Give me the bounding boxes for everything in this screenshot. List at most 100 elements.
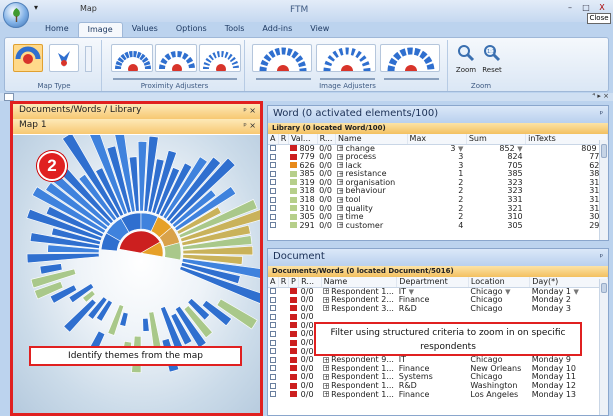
expand-icon[interactable]: + bbox=[337, 205, 344, 212]
filter-icon[interactable]: ▼ bbox=[573, 288, 578, 296]
col-sum[interactable]: Sum bbox=[466, 134, 527, 145]
expand-icon[interactable]: + bbox=[323, 305, 329, 312]
image-slider-2[interactable] bbox=[320, 78, 375, 80]
col-name[interactable]: Name bbox=[321, 277, 398, 288]
col-name[interactable]: Name bbox=[335, 134, 408, 145]
table-row[interactable]: 779 0/0 + process 3 824 779 bbox=[268, 153, 608, 162]
table-row[interactable]: 0/0 + Respondent 1... R&D Washington Monday 1… bbox=[268, 382, 608, 391]
expand-icon[interactable]: + bbox=[337, 213, 344, 220]
table-row[interactable]: 305 0/0 + time 2 310 305 bbox=[268, 213, 608, 222]
proximity-preset-3[interactable] bbox=[199, 44, 241, 72]
sunburst-map[interactable]: 2 Identify themes from the map bbox=[13, 135, 260, 413]
app-menu-button[interactable] bbox=[3, 2, 29, 28]
col-department[interactable]: Department bbox=[396, 277, 469, 288]
row-checkbox[interactable] bbox=[268, 356, 278, 365]
col-p[interactable]: P bbox=[288, 277, 300, 288]
row-checkbox[interactable] bbox=[268, 153, 278, 162]
expand-icon[interactable]: + bbox=[337, 170, 344, 177]
strip-controls[interactable]: ⁴ ▸ × bbox=[592, 92, 609, 100]
table-row[interactable]: 0/0 + Respondent 1... Finance New Orleans Mon… bbox=[268, 365, 608, 374]
row-checkbox[interactable] bbox=[268, 144, 278, 153]
image-slider-1[interactable] bbox=[256, 78, 311, 80]
col-rank[interactable]: R... bbox=[317, 134, 336, 145]
word-scrollbar[interactable] bbox=[599, 140, 608, 240]
col-location[interactable]: Location bbox=[468, 277, 531, 288]
row-checkbox[interactable] bbox=[268, 305, 278, 314]
zoom-button[interactable]: Zoom bbox=[455, 44, 477, 74]
scroll-thumb[interactable] bbox=[601, 283, 607, 293]
row-checkbox[interactable] bbox=[268, 162, 278, 171]
tab-view[interactable]: View bbox=[301, 22, 338, 37]
document-scrollbar[interactable] bbox=[599, 279, 608, 415]
table-row[interactable]: 0/0 bbox=[268, 313, 608, 322]
col-intexts[interactable]: inTexts bbox=[525, 134, 608, 145]
col-a[interactable]: A bbox=[268, 277, 279, 288]
proximity-slider[interactable] bbox=[113, 78, 237, 80]
expand-icon[interactable]: + bbox=[323, 296, 329, 303]
filter-icon[interactable]: ▼ bbox=[517, 145, 522, 153]
row-checkbox[interactable] bbox=[268, 348, 278, 357]
filter-icon[interactable]: ▼ bbox=[409, 288, 414, 296]
scroll-thumb[interactable] bbox=[601, 144, 607, 158]
expand-icon[interactable]: + bbox=[337, 179, 344, 186]
image-preset-1[interactable] bbox=[252, 44, 312, 72]
expand-icon[interactable]: + bbox=[323, 391, 329, 398]
col-max[interactable]: Max bbox=[407, 134, 467, 145]
document-icon[interactable] bbox=[4, 93, 14, 101]
expand-icon[interactable]: + bbox=[337, 196, 344, 203]
expand-icon[interactable]: + bbox=[323, 288, 329, 295]
maximize-button[interactable]: □ bbox=[579, 2, 593, 13]
table-row[interactable]: 0/0 + Respondent 1... IT ▼ Chicago ▼ Monday 1… bbox=[268, 287, 608, 296]
filter-icon[interactable]: ▼ bbox=[505, 288, 510, 296]
table-row[interactable]: 310 0/0 + quality 2 321 310 bbox=[268, 205, 608, 214]
expand-icon[interactable]: + bbox=[323, 356, 329, 363]
row-checkbox[interactable] bbox=[268, 339, 278, 348]
tab-home[interactable]: Home bbox=[36, 22, 78, 37]
proximity-preset-1[interactable] bbox=[111, 44, 153, 72]
quick-access-dropdown[interactable]: ▾ bbox=[34, 3, 38, 12]
expand-icon[interactable]: + bbox=[323, 365, 329, 372]
expand-icon[interactable]: + bbox=[323, 382, 329, 389]
row-checkbox[interactable] bbox=[268, 391, 278, 400]
row-checkbox[interactable] bbox=[268, 322, 278, 331]
row-checkbox[interactable] bbox=[268, 373, 278, 382]
table-row[interactable]: 8090/0+change3 ▼852 ▼809 ▼ bbox=[268, 144, 608, 153]
row-checkbox[interactable] bbox=[268, 330, 278, 339]
tab-add-ins[interactable]: Add-ins bbox=[253, 22, 301, 37]
tab-image[interactable]: Image bbox=[77, 22, 123, 37]
table-row[interactable]: 318 0/0 + behaviour 2 323 318 bbox=[268, 187, 608, 196]
map-type-radial-button[interactable] bbox=[49, 44, 79, 72]
minimize-button[interactable]: – bbox=[563, 2, 577, 13]
col-a[interactable]: A bbox=[268, 134, 279, 145]
row-checkbox[interactable] bbox=[268, 187, 278, 196]
table-row[interactable]: 0/0 + Respondent 9... IT Chicago Monday 9 bbox=[268, 356, 608, 365]
table-row[interactable]: 0/0 + Respondent 1... Finance Los Angeles Mon… bbox=[268, 391, 608, 400]
theme-ray[interactable] bbox=[142, 317, 150, 332]
table-row[interactable]: 385 0/0 + resistance 1 385 385 bbox=[268, 170, 608, 179]
row-checkbox[interactable] bbox=[268, 196, 278, 205]
expand-icon[interactable]: + bbox=[337, 187, 344, 194]
expand-icon[interactable]: + bbox=[337, 145, 344, 152]
expand-icon[interactable]: + bbox=[323, 373, 329, 380]
map-type-scroll[interactable] bbox=[85, 46, 92, 72]
row-checkbox[interactable] bbox=[268, 296, 278, 305]
table-row[interactable]: 319 0/0 + organisation 2 323 319 bbox=[268, 179, 608, 188]
row-checkbox[interactable] bbox=[268, 313, 278, 322]
image-preset-3[interactable] bbox=[380, 44, 440, 72]
table-row[interactable]: 626 0/0 + lack 3 705 626 bbox=[268, 162, 608, 171]
pin-icon[interactable]: ᵖ bbox=[600, 109, 603, 118]
pin-icon[interactable]: ᵖ bbox=[600, 252, 603, 261]
row-checkbox[interactable] bbox=[268, 365, 278, 374]
expand-icon[interactable]: + bbox=[337, 162, 344, 169]
close-button[interactable]: X bbox=[595, 2, 609, 13]
pin-close-controls[interactable]: ᵖ × bbox=[243, 106, 256, 115]
tab-options[interactable]: Options bbox=[167, 22, 216, 37]
table-row[interactable]: 0/0 + Respondent 2... Finance Chicago Monday … bbox=[268, 296, 608, 305]
tab-values[interactable]: Values bbox=[123, 22, 167, 37]
theme-ray[interactable] bbox=[26, 253, 100, 264]
table-row[interactable]: 0/0 + Respondent 1... Systems Chicago Monday … bbox=[268, 373, 608, 382]
image-slider-3[interactable] bbox=[384, 78, 439, 80]
map-type-sunburst-button[interactable] bbox=[13, 44, 43, 72]
col-value[interactable]: Val... bbox=[288, 134, 318, 145]
table-row[interactable]: 0/0 + Respondent 3... R&D Chicago Monday 3 bbox=[268, 305, 608, 314]
